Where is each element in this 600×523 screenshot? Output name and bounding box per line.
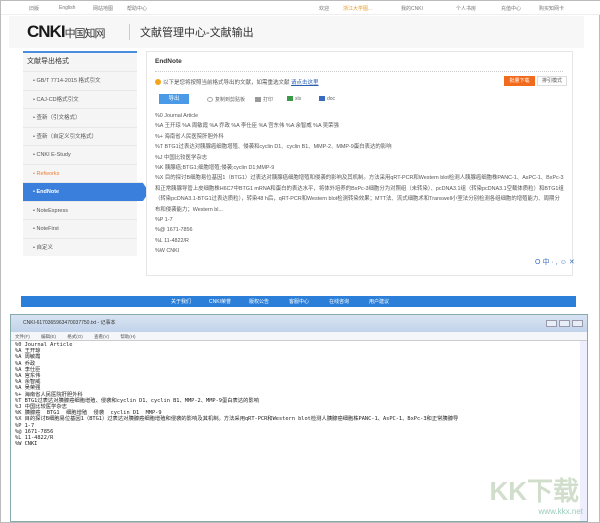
line: %W CNKI (155, 248, 180, 255)
link-old-version[interactable]: 旧版 (29, 5, 39, 12)
panel-title: EndNote (155, 58, 182, 65)
footer-link[interactable]: 在线咨询 (329, 298, 349, 305)
footer-nav: 关于我们 CNKI荣誉 版权公告 客服中心 在线咨询 用户建议 (21, 296, 576, 307)
menu-format[interactable]: 格式(O) (67, 334, 83, 339)
word-icon (319, 96, 325, 101)
menu-help[interactable]: 帮助(H) (120, 334, 135, 339)
sidebar-item-noteexpress[interactable]: • NoteExpress (23, 200, 137, 220)
line: %T BTG1过表达对胰腺癌细胞增殖、侵袭和cyclin D1、cyclin B… (155, 144, 392, 151)
sidebar-item-custom[interactable]: • 自定义 (23, 237, 137, 257)
excel-icon (287, 96, 293, 101)
scrollbar[interactable] (580, 341, 587, 521)
page-title: 文献管理中心-文献输出 (129, 24, 254, 40)
sidebar-item-novelty-custom[interactable]: • 查新（自定义引文格式） (23, 126, 137, 146)
doc-button[interactable]: doc (319, 96, 335, 102)
sidebar-item-cajcd[interactable]: • CAJ-CD格式引文 (23, 89, 137, 109)
export-format-sidebar: 文献导出格式 • GB/T 7714-2015 格式引文 • CAJ-CD格式引… (23, 51, 149, 257)
welcome-text: 欢迎 (319, 6, 330, 12)
footer-link[interactable]: 关于我们 (171, 298, 191, 305)
header: CNKI中国知网 文献管理中心-文献输出 (9, 16, 584, 48)
line: %0 Journal Article (155, 113, 199, 119)
line: %L 11-4822/R (155, 237, 189, 244)
footer-link[interactable]: 客服中心 (289, 298, 309, 305)
footer-link[interactable]: 版权公告 (249, 298, 269, 305)
maximize-button[interactable] (559, 320, 570, 327)
reselect-link[interactable]: 请点击这里 (291, 80, 319, 86)
notepad-menu: 文件(F) 编辑(E) 格式(O) 查看(V) 帮助(H) (11, 332, 587, 341)
sidebar-item-refworks[interactable]: • Refworks (23, 163, 137, 183)
menu-file[interactable]: 文件(F) (15, 334, 30, 339)
line: %A 王开琼 %A 周敏霞 %A 乔政 %A 李仕臣 %A 宫东伟 %A 余智威… (155, 123, 339, 130)
notepad-titlebar[interactable]: CNKI-6170365963470037750.txt - 记事本 (11, 315, 587, 332)
divider (155, 71, 563, 72)
watermark-logo: KK下载 (489, 476, 579, 506)
sidebar-item-novelty[interactable]: • 查新（引文格式） (23, 108, 137, 127)
floating-toolbar-icons[interactable]: O中·,☺✕ (535, 257, 577, 267)
sidebar-item-estudy[interactable]: • CNKI E-Study (23, 145, 137, 164)
recharge-link[interactable]: 充值中心 (501, 5, 521, 12)
xls-button[interactable]: xls (287, 96, 301, 102)
sidebar-item-endnote[interactable]: • EndNote (23, 182, 149, 201)
batch-download-button[interactable]: 批量下载 (504, 76, 535, 86)
copy-clipboard-button[interactable]: 复制到剪贴板 (207, 96, 245, 103)
buy-card-link[interactable]: 购买知网卡 (539, 5, 564, 12)
menu-edit[interactable]: 编辑(E) (41, 334, 56, 339)
warning-icon (155, 79, 161, 85)
menu-view[interactable]: 查看(V) (94, 334, 109, 339)
sidebar-item-gbt[interactable]: • GB/T 7714-2015 格式引文 (23, 71, 137, 90)
line: %@ 1671-7856 (155, 227, 193, 234)
personal-library-menu[interactable]: 个人书房 (456, 5, 476, 12)
sidebar-item-notefirst[interactable]: • NoteFirst (23, 219, 137, 238)
my-cnki-link[interactable]: 我的CNKI (401, 5, 423, 12)
endnote-content: %0 Journal Article %A 王开琼 %A 周敏霞 %A 乔政 %… (155, 111, 565, 257)
line: %+ 海南省人民医院肝胆外科 (155, 133, 224, 140)
endnote-panel: EndNote 以下是您将按照当前格式导出的文献，如需重选文献 请点击这里 批量… (146, 51, 573, 276)
watermark-url: www.kkx.net (538, 507, 583, 516)
sidebar-title: 文献导出格式 (27, 58, 69, 65)
printer-icon (255, 97, 261, 102)
line: %J 中国比较医学杂志 (155, 154, 208, 161)
link-help[interactable]: 帮助中心 (127, 5, 147, 12)
line: %P 1-7 (155, 217, 173, 224)
link-sitemap[interactable]: 网站地图 (93, 5, 113, 12)
line: %X 目的探讨B细胞易位基因1（BTG1）过表达对胰腺癌细胞增殖和侵袭的影响及其… (155, 175, 564, 213)
print-button[interactable]: 打印 (255, 96, 273, 103)
minimize-button[interactable] (546, 320, 557, 327)
user-menu[interactable]: 浙江大学图... (343, 5, 372, 12)
citation-mode-button[interactable]: 排引模式 (537, 76, 567, 86)
copy-icon (207, 97, 213, 102)
export-button[interactable]: 导出 (159, 94, 189, 104)
footer-link[interactable]: 用户建议 (369, 298, 389, 305)
close-button[interactable] (572, 320, 583, 327)
footer-link[interactable]: CNKI荣誉 (209, 298, 231, 305)
link-english[interactable]: English (59, 5, 75, 11)
cnki-logo[interactable]: CNKI中国知网 (27, 22, 106, 42)
top-bar: 旧版 English 网站地图 帮助中心 欢迎 浙江大学图... 我的CNKI … (1, 1, 600, 15)
line: %K 胰腺癌;BTG1;细胞增殖;侵袭;cyclin D1;MMP-9 (155, 165, 275, 172)
notice: 以下是您将按照当前格式导出的文献，如需重选文献 请点击这里 (155, 78, 319, 86)
